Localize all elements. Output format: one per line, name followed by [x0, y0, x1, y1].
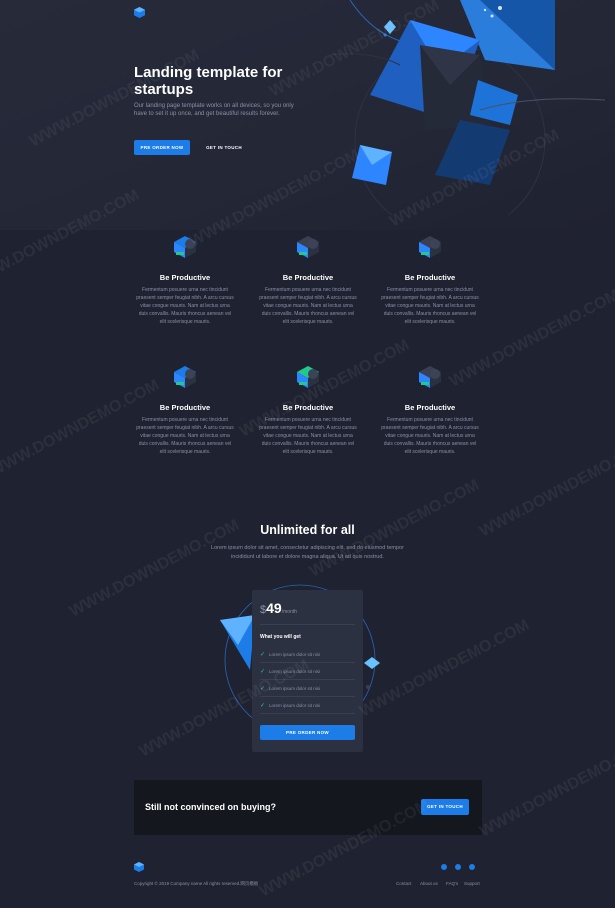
feature-title: Be Productive — [282, 273, 334, 282]
feature-text: Fermentum posuere urna nec tincidunt pra… — [259, 287, 357, 325]
get-in-touch-button[interactable]: GET IN TOUCH — [196, 140, 252, 155]
pricing-item: ✓ Lorem ipsum dolor sit nisi — [260, 664, 355, 680]
feature-card: Be Productive Fermentum posuere urna nec… — [258, 230, 358, 326]
cube-dark-icon — [419, 236, 441, 258]
feature-card: Be Productive Fermentum posuere urna nec… — [380, 360, 480, 456]
feature-card: Be Productive Fermentum posuere urna nec… — [380, 230, 480, 326]
facebook-icon[interactable] — [441, 864, 447, 870]
pricing-order-button[interactable]: PRE ORDER NOW — [260, 725, 355, 740]
copyright: Copyright © 2019 Company name All rights… — [134, 881, 259, 886]
logo-icon[interactable] — [134, 7, 145, 18]
pricing-item: ✓ Lorem ipsum dolor sit nisi — [260, 698, 355, 714]
check-icon: ✓ — [260, 703, 266, 709]
footer-nav: Contact About us FAQ's Support — [396, 881, 486, 889]
cube-blue-icon — [174, 236, 196, 258]
cta-button[interactable]: GET IN TOUCH — [421, 799, 469, 815]
footer-link-contact[interactable]: Contact — [396, 881, 412, 886]
cube-dark-icon — [297, 236, 319, 258]
pricing-item: ✓ Lorem ipsum dolor sit nisi — [260, 647, 355, 663]
check-icon: ✓ — [260, 652, 266, 658]
feature-text: Fermentum posuere urna nec tincidunt pra… — [259, 417, 357, 455]
feature-text: Fermentum posuere urna nec tincidunt pra… — [136, 417, 234, 455]
feature-title: Be Productive — [282, 403, 334, 412]
footer-link-support[interactable]: Support — [464, 881, 480, 886]
pre-order-button[interactable]: PRE ORDER NOW — [134, 140, 190, 155]
price: $49/month — [260, 600, 297, 616]
feature-text: Fermentum posuere urna nec tincidunt pra… — [136, 287, 234, 325]
pricing-description: Lorem ipsum dolor sit amet, consectetur … — [211, 545, 404, 560]
feature-title: Be Productive — [159, 273, 211, 282]
pricing-title: Unlimited for all — [260, 523, 355, 537]
footer-link-faq[interactable]: FAQ's — [446, 881, 458, 886]
cube-dark-icon — [419, 366, 441, 388]
hero-title: Landing template for startups — [134, 64, 283, 98]
check-icon: ✓ — [260, 686, 266, 692]
watermark-text: WWW.DOWNDEMO.COM — [476, 736, 615, 841]
feature-title: Be Productive — [159, 403, 211, 412]
footer-logo-icon[interactable] — [134, 862, 144, 872]
pricing-card: $49/month What you will get ✓ Lorem ipsum… — [252, 590, 363, 752]
cube-blue-icon — [174, 366, 196, 388]
feature-text: Fermentum posuere urna nec tincidunt pra… — [381, 417, 479, 455]
card-divider — [260, 624, 355, 625]
check-icon: ✓ — [260, 669, 266, 675]
feature-title: Be Productive — [404, 273, 456, 282]
google-icon[interactable] — [469, 864, 475, 870]
footer-link-about[interactable]: About us — [420, 881, 438, 886]
feature-text: Fermentum posuere urna nec tincidunt pra… — [381, 287, 479, 325]
hero-illustration — [330, 0, 606, 215]
twitter-icon[interactable] — [455, 864, 461, 870]
social-links — [441, 864, 481, 872]
feature-card: Be Productive Fermentum posuere urna nec… — [135, 230, 235, 326]
cube-green-icon — [297, 366, 319, 388]
cta-title: Still not convinced on buying? — [145, 802, 276, 812]
pricing-subtitle: What you will get — [260, 634, 301, 640]
feature-title: Be Productive — [404, 403, 456, 412]
feature-card: Be Productive Fermentum posuere urna nec… — [135, 360, 235, 456]
hero-description: Our landing page template works on all d… — [134, 103, 294, 117]
feature-card: Be Productive Fermentum posuere urna nec… — [258, 360, 358, 456]
pricing-item: ✓ Lorem ipsum dolor sit nisi — [260, 681, 355, 697]
cta-section: Still not convinced on buying? GET IN TO… — [134, 780, 482, 835]
